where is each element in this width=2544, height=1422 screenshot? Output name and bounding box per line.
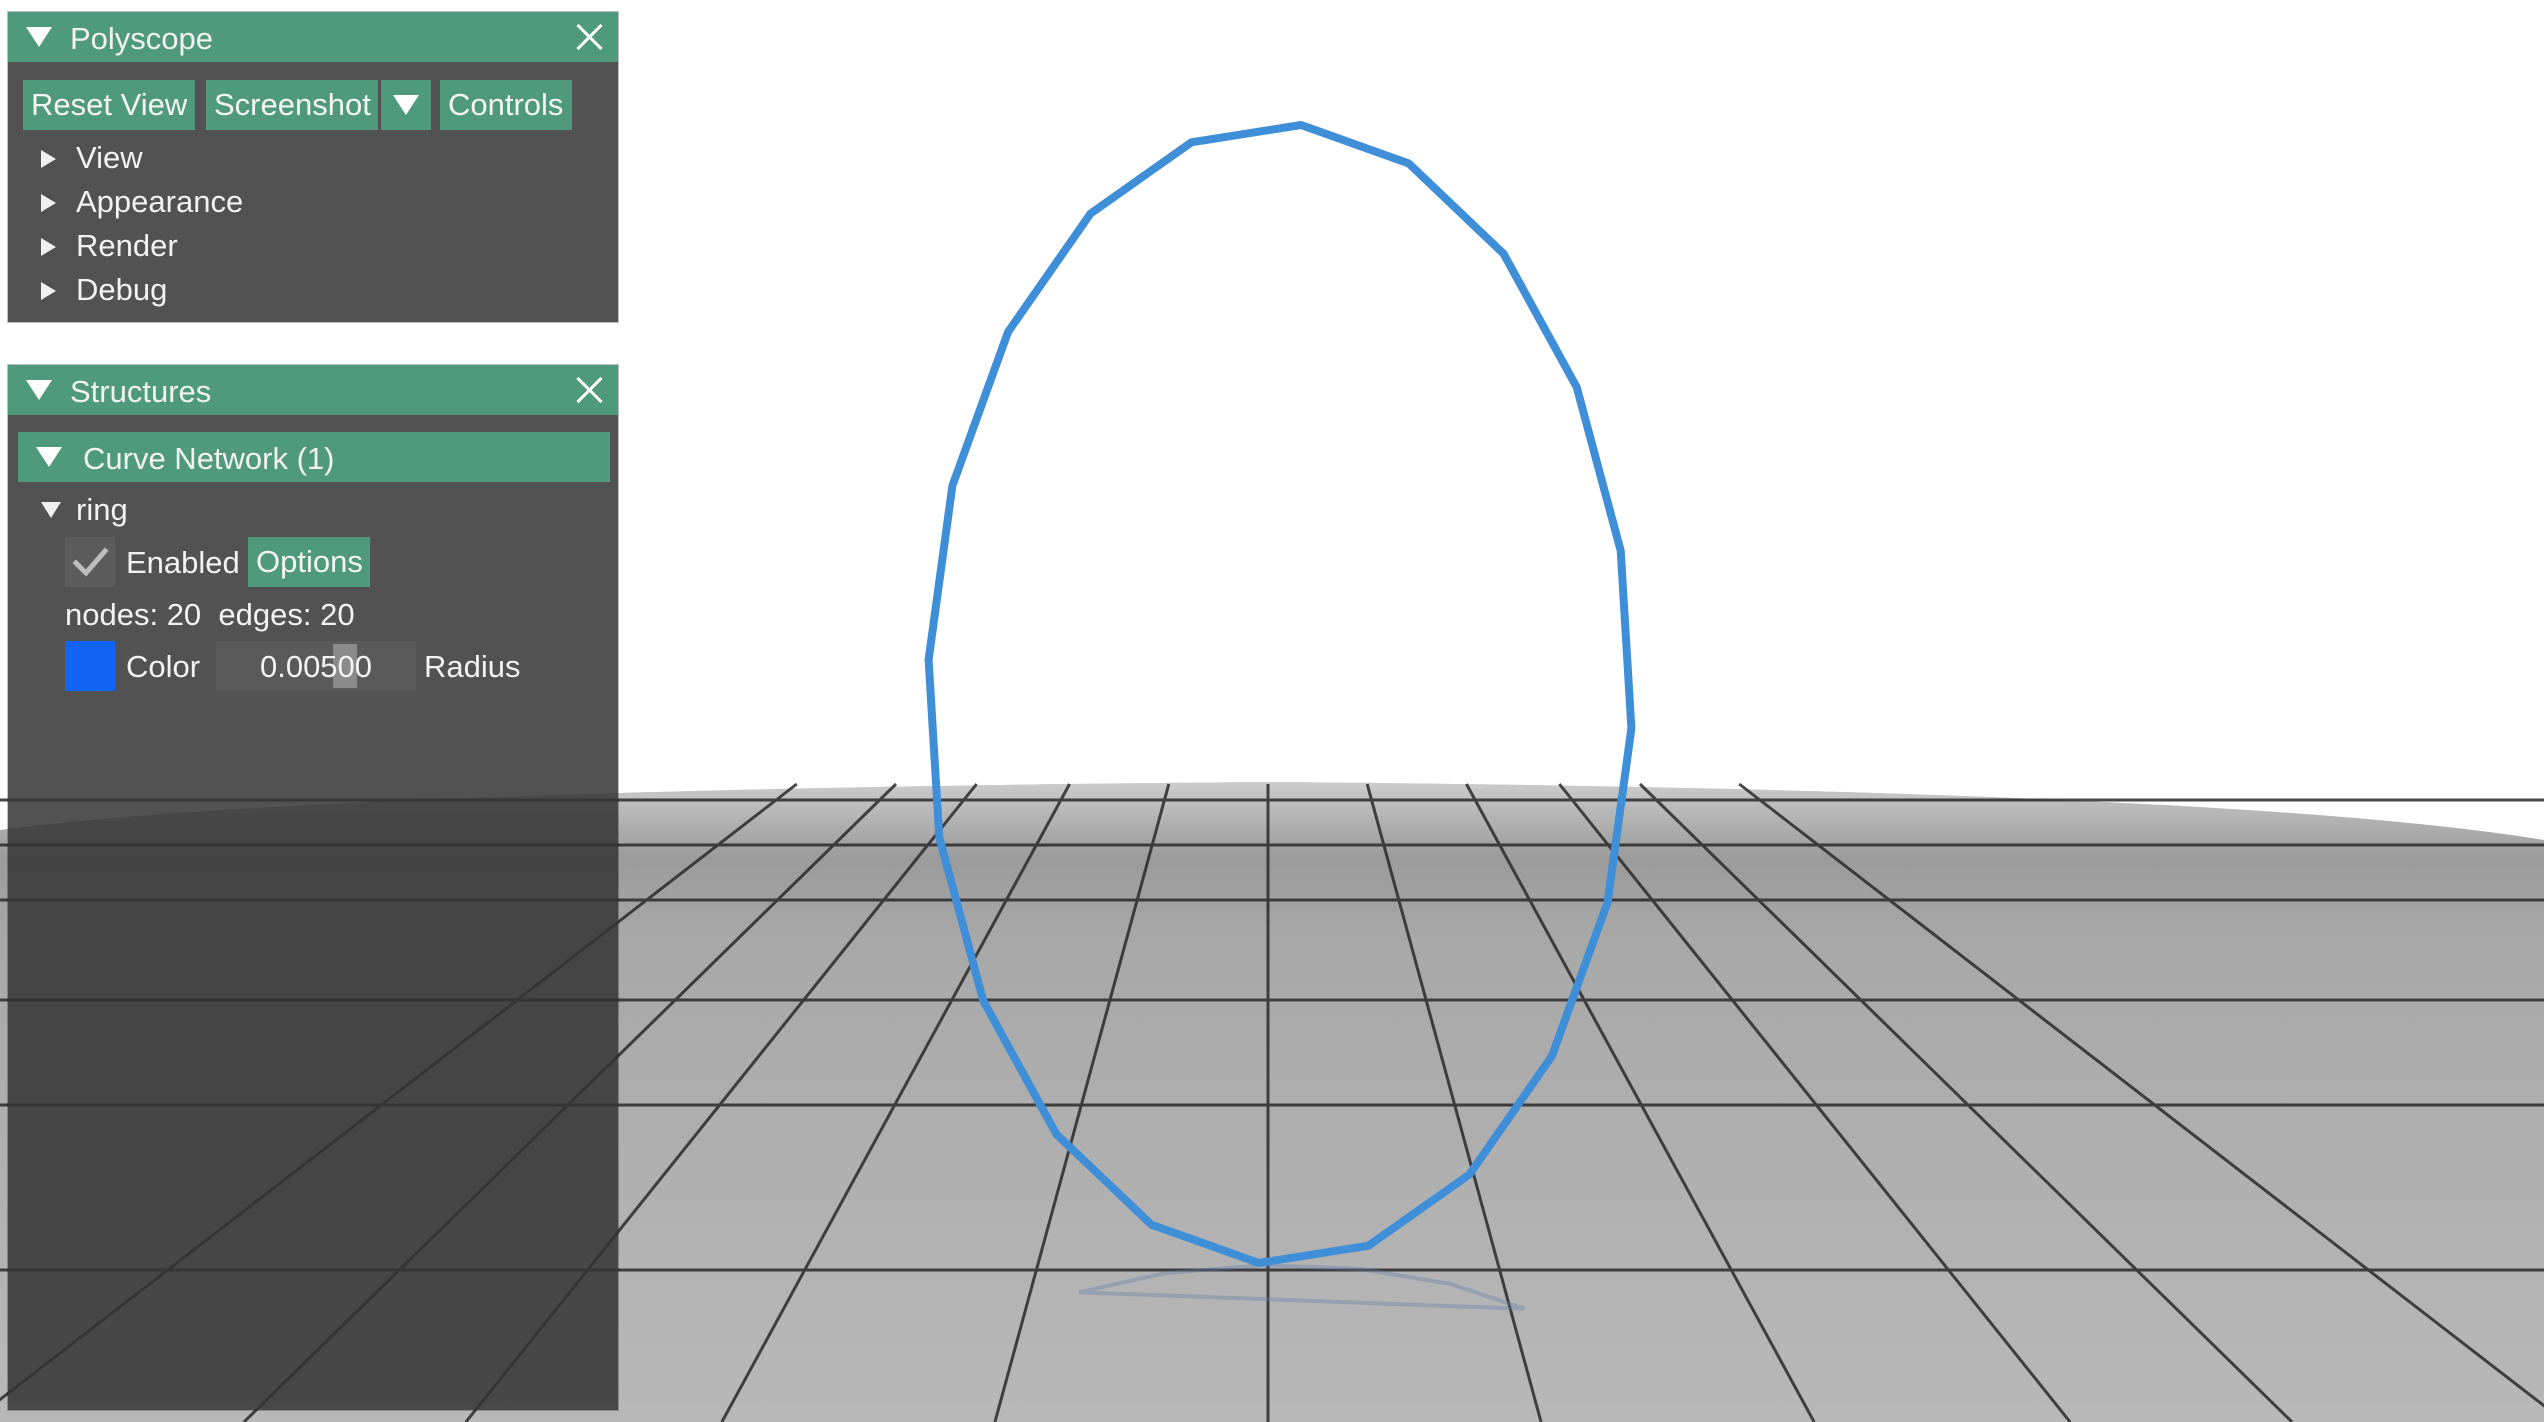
structures-titlebar[interactable]: Structures xyxy=(8,365,618,415)
radius-slider[interactable]: 0.00500 xyxy=(216,641,416,691)
expand-arrow-icon xyxy=(41,194,56,212)
enabled-checkbox[interactable] xyxy=(65,537,115,587)
enabled-label: Enabled xyxy=(126,545,240,580)
structures-panel: Structures Curve Network (1) ring Enable… xyxy=(8,365,618,1410)
polyscope-panel: Polyscope Reset View Screenshot Controls… xyxy=(8,12,618,322)
close-icon[interactable] xyxy=(574,373,604,403)
collapse-arrow-icon[interactable] xyxy=(26,27,52,47)
reset-view-button[interactable]: Reset View xyxy=(23,80,195,130)
structure-name: ring xyxy=(76,492,128,527)
collapse-arrow-icon[interactable] xyxy=(26,380,52,400)
color-swatch[interactable] xyxy=(65,641,115,691)
section-label: Render xyxy=(76,228,178,263)
options-button[interactable]: Options xyxy=(248,537,370,587)
expand-arrow-icon xyxy=(41,238,56,256)
panel-title: Polyscope xyxy=(70,21,214,56)
expand-arrow-icon xyxy=(41,150,56,168)
panel-title: Structures xyxy=(70,374,212,409)
controls-button[interactable]: Controls xyxy=(440,80,572,130)
collapse-arrow-icon xyxy=(41,502,61,518)
chevron-down-icon xyxy=(393,95,419,115)
checkmark-icon xyxy=(72,547,109,577)
polyscope-titlebar[interactable]: Polyscope xyxy=(8,12,618,62)
group-header-label: Curve Network (1) xyxy=(83,441,335,476)
radius-label: Radius xyxy=(424,649,521,684)
structure-stats: nodes: 20 edges: 20 xyxy=(65,597,355,632)
color-label: Color xyxy=(126,649,201,684)
radius-value: 0.00500 xyxy=(259,649,373,684)
section-label: View xyxy=(76,140,143,175)
section-label: Debug xyxy=(76,272,168,307)
curve-network-header[interactable]: Curve Network (1) xyxy=(18,432,610,482)
collapse-arrow-icon xyxy=(36,447,62,467)
screenshot-button[interactable]: Screenshot xyxy=(206,80,378,130)
expand-arrow-icon xyxy=(41,282,56,300)
close-icon[interactable] xyxy=(574,20,604,50)
screenshot-options-button[interactable] xyxy=(381,80,431,130)
section-label: Appearance xyxy=(76,184,244,219)
